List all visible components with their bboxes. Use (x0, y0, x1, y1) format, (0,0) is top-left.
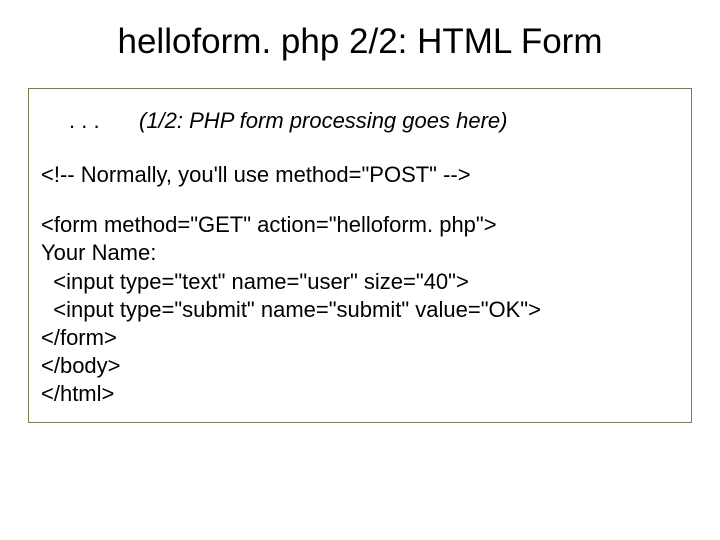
php-processing-note: (1/2: PHP form processing goes here) (139, 107, 507, 135)
code-line-label: Your Name: (41, 239, 679, 267)
code-line-input-submit: <input type="submit" name="submit" value… (41, 296, 679, 324)
slide: helloform. php 2/2: HTML Form . . . (1/2… (0, 0, 720, 540)
ellipsis: . . . (69, 107, 139, 135)
slide-title: helloform. php 2/2: HTML Form (0, 0, 720, 72)
code-line-form-close: </form> (41, 324, 679, 352)
code-box: . . . (1/2: PHP form processing goes her… (28, 88, 692, 423)
code-line-input-text: <input type="text" name="user" size="40"… (41, 268, 679, 296)
comment-line: <!-- Normally, you'll use method="POST" … (41, 161, 679, 189)
code-line-body-close: </body> (41, 352, 679, 380)
html-comment: <!-- Normally, you'll use method="POST" … (41, 162, 471, 187)
placeholder-row: . . . (1/2: PHP form processing goes her… (41, 107, 679, 135)
code-line-html-close: </html> (41, 380, 679, 408)
code-line-form-open: <form method="GET" action="helloform. ph… (41, 211, 679, 239)
code-block: <form method="GET" action="helloform. ph… (41, 211, 679, 408)
